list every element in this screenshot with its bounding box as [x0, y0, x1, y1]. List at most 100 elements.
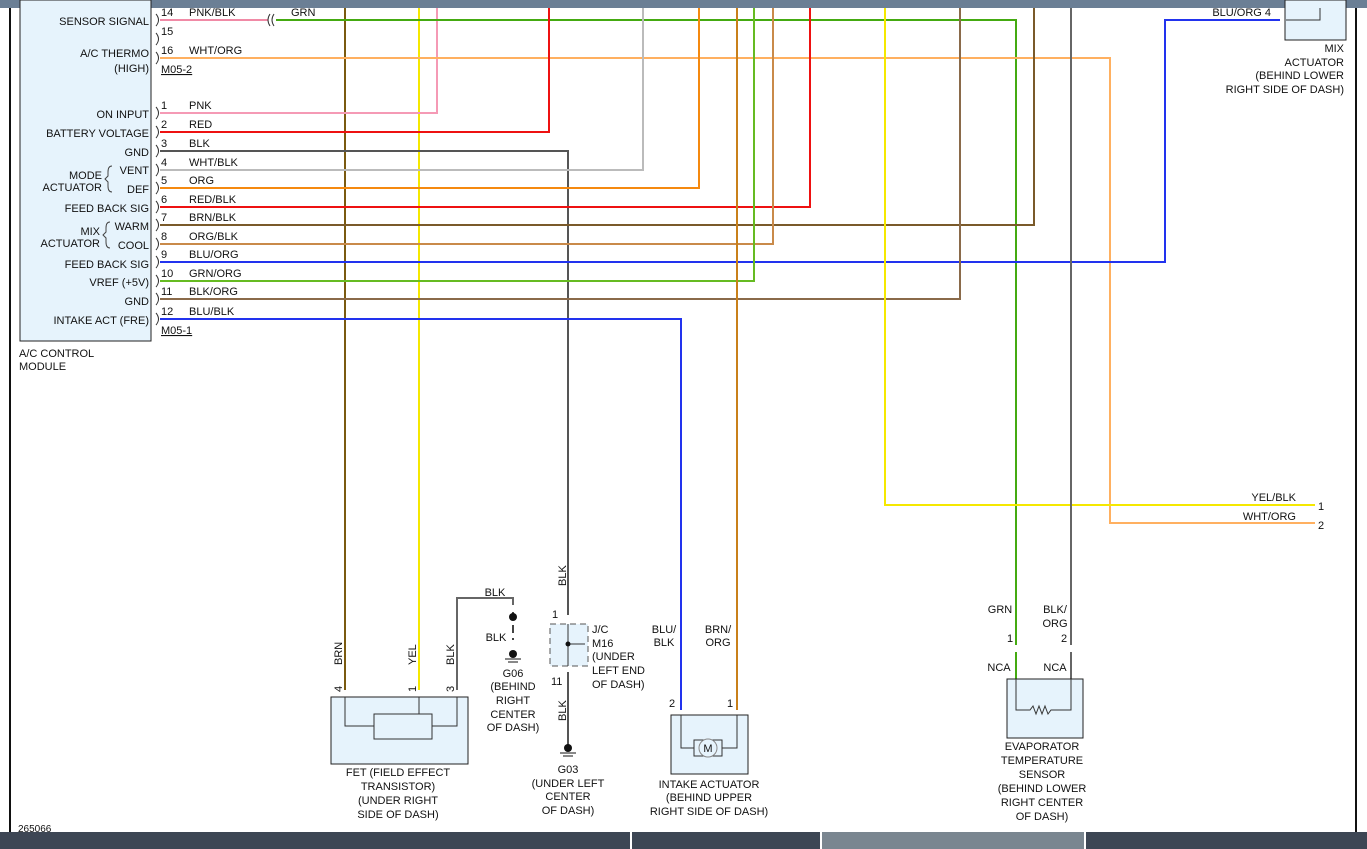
- evap-label: EVAPORATOR: [1005, 741, 1080, 753]
- pin-number: 8: [161, 231, 167, 243]
- evap-label: OF DASH): [1016, 811, 1069, 823]
- toolbar-segment[interactable]: [1084, 832, 1367, 849]
- wire-color-label: BLU/BLK: [189, 306, 235, 318]
- pin-number: 1: [161, 100, 167, 112]
- wire-org-blk: [160, 8, 774, 245]
- pin-connector-icon: [155, 125, 159, 139]
- pin-label: 2: [1061, 633, 1067, 645]
- wire-color-label: BLU/ORG: [189, 249, 239, 261]
- wire-label-grn: GRN: [988, 604, 1013, 616]
- pin-connector-icon: [155, 13, 159, 27]
- wire-color-label: BLK: [189, 138, 210, 150]
- wire-color-label: PNK: [189, 100, 212, 112]
- wire-label-blu-blk: BLK: [654, 637, 675, 649]
- wire-color-label: WHT/BLK: [189, 157, 239, 169]
- label-mix: MIX: [80, 226, 100, 238]
- pin-number: 7: [161, 212, 167, 224]
- wire-color-label: BRN/BLK: [189, 212, 237, 224]
- label-ac-thermo: A/C THERMO: [80, 48, 149, 60]
- pin-label: 1: [1318, 501, 1324, 513]
- pin-connector-icon: [155, 274, 159, 288]
- label-mode: MODE: [69, 170, 102, 182]
- pin-connector-icon: [155, 200, 159, 214]
- motor-label: M: [703, 743, 712, 755]
- toolbar-segment[interactable]: [630, 832, 820, 849]
- wires: [160, 8, 1315, 745]
- pin-number: 2: [161, 119, 167, 131]
- pin-number: 15: [161, 26, 173, 38]
- evap-label: RIGHT CENTER: [1001, 797, 1083, 809]
- fet-component: BRN YEL BLK 4 1 3 FET (FIELD EFFECT TRAN…: [330, 642, 469, 821]
- module-name-2: MODULE: [19, 361, 66, 373]
- diagram-id: 265066: [18, 824, 52, 832]
- pin-connector-icon: [155, 144, 159, 158]
- label-battery-voltage: BATTERY VOLTAGE: [46, 128, 149, 140]
- label-actuator: ACTUATOR: [41, 238, 101, 250]
- evap-label: SENSOR: [1019, 769, 1066, 781]
- pin-number: 10: [161, 268, 173, 280]
- jc-label: OF DASH): [592, 679, 645, 691]
- pin-connector-icon: [155, 292, 159, 306]
- pin-number: 9: [161, 249, 167, 261]
- fet-label: SIDE OF DASH): [357, 809, 438, 821]
- fet-label: (UNDER RIGHT: [358, 795, 438, 807]
- pin-label: 4: [333, 686, 345, 692]
- wire-color-label: WHT/ORG: [189, 45, 242, 57]
- toolbar-segment-active[interactable]: [820, 832, 1084, 849]
- wire-label-brn-org: ORG: [705, 637, 730, 649]
- wire-label-blk: BLK: [485, 587, 506, 599]
- g06-ground: BLK BLK G06 (BEHIND RIGHT CENTER OF DASH…: [485, 587, 540, 734]
- wire-color-label: BLK/ORG: [189, 286, 238, 298]
- wire-label-yel: YEL: [407, 644, 419, 665]
- pin-label: 1: [1007, 633, 1013, 645]
- pin-connector-icon: [155, 32, 159, 46]
- nca-label: NCA: [987, 662, 1011, 674]
- g03-label: (UNDER LEFT: [532, 778, 605, 790]
- label-vent: VENT: [120, 165, 150, 177]
- wire-org: [160, 8, 700, 189]
- fet-label: FET (FIELD EFFECT: [346, 767, 451, 779]
- g06-label: RIGHT: [496, 695, 531, 707]
- wire-blk-org: [160, 8, 961, 300]
- pin-connector-icon: [155, 237, 159, 251]
- wire-color-label: PNK/BLK: [189, 7, 236, 19]
- wire-label-blk-org: BLK/: [1043, 604, 1068, 616]
- wire-label-blk: BLK: [557, 700, 569, 721]
- pin-number: 3: [161, 138, 167, 150]
- pin-connector-icon: [155, 106, 159, 120]
- pin-number: 6: [161, 194, 167, 206]
- intake-label: INTAKE ACTUATOR: [659, 779, 760, 791]
- g03-label: G03: [558, 764, 579, 776]
- mix-actuator-label: RIGHT SIDE OF DASH): [1226, 84, 1344, 96]
- mix-actuator-label: ACTUATOR: [1285, 57, 1345, 69]
- label-feedback-sig: FEED BACK SIG: [65, 203, 149, 215]
- label-ac-thermo-high: (HIGH): [114, 63, 149, 75]
- ground-icon: [509, 650, 517, 658]
- label-cool: COOL: [118, 240, 149, 252]
- wire-label-wht-org: WHT/ORG: [1243, 511, 1296, 523]
- wire-label-blk: BLK: [445, 644, 457, 665]
- g06-label: G06: [503, 668, 524, 680]
- pin-number: 5: [161, 175, 167, 187]
- wire-color-label: ORG: [189, 175, 214, 187]
- pin-label: 1: [727, 698, 733, 710]
- bottom-toolbar[interactable]: [0, 832, 1367, 849]
- g03-label: OF DASH): [542, 805, 595, 817]
- jc-label: J/C: [592, 624, 609, 636]
- pin-label: 3: [445, 686, 457, 692]
- wire-grn-org: [160, 8, 755, 282]
- pin-number: 4: [161, 157, 167, 169]
- label-feedback-sig: FEED BACK SIG: [65, 259, 149, 271]
- g03-label: CENTER: [545, 791, 590, 803]
- wire-label-brn: BRN: [333, 642, 345, 665]
- intake-label: (BEHIND UPPER: [666, 792, 752, 804]
- wire-label-blu-org: BLU/ORG 4: [1212, 7, 1271, 19]
- g03-ground: G03 (UNDER LEFT CENTER OF DASH): [532, 744, 605, 817]
- label-def: DEF: [127, 184, 149, 196]
- wire-label-blk: BLK: [557, 565, 569, 586]
- pin-label: 2: [1318, 520, 1324, 532]
- pin-connector-icon: [155, 218, 159, 232]
- wire-label-blu-blk: BLU/: [652, 624, 677, 636]
- intake-label: RIGHT SIDE OF DASH): [650, 806, 768, 818]
- pin-label: 1: [407, 686, 419, 692]
